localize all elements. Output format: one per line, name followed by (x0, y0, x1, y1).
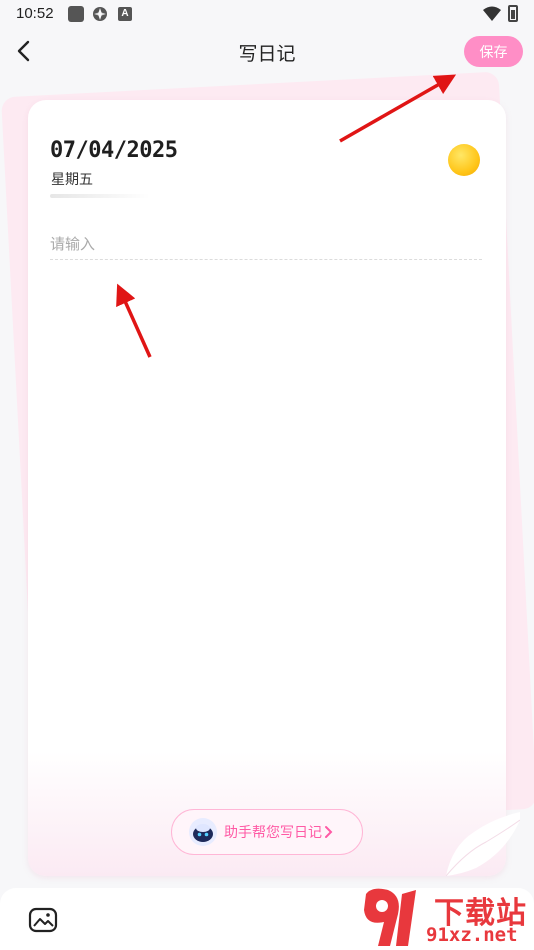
page-title: 写日记 (238, 43, 296, 65)
header: 写日记 保存 (0, 30, 534, 74)
diary-card: 07/04/2025 星期五 助手帮您写日记 (28, 100, 506, 876)
mood-icon[interactable] (448, 144, 480, 176)
weekday-underline (50, 194, 150, 198)
insert-image-button[interactable] (28, 906, 58, 934)
diary-content-input[interactable] (50, 228, 482, 260)
page-corner-fold (446, 812, 520, 876)
status-bar: 10:52 A (0, 0, 534, 28)
diary-date[interactable]: 07/04/2025 (50, 138, 178, 163)
diary-weekday: 星期五 (51, 172, 93, 188)
letter-a-icon: A (118, 7, 132, 21)
square-app-icon (68, 6, 84, 22)
watermark-logo: 下载站 91xz.net (362, 886, 534, 950)
gear-icon (93, 7, 107, 21)
status-time: 10:52 (16, 5, 54, 22)
save-button[interactable]: 保存 (464, 36, 523, 67)
battery-icon (508, 5, 518, 22)
robot-icon (189, 818, 217, 846)
image-icon (28, 907, 58, 933)
assistant-label: 助手帮您写日记 (224, 825, 322, 841)
assistant-write-button[interactable]: 助手帮您写日记 (171, 809, 363, 855)
wifi-icon (483, 6, 501, 21)
watermark-domain: 91xz.net (426, 924, 518, 946)
chevron-right-icon (325, 826, 333, 838)
